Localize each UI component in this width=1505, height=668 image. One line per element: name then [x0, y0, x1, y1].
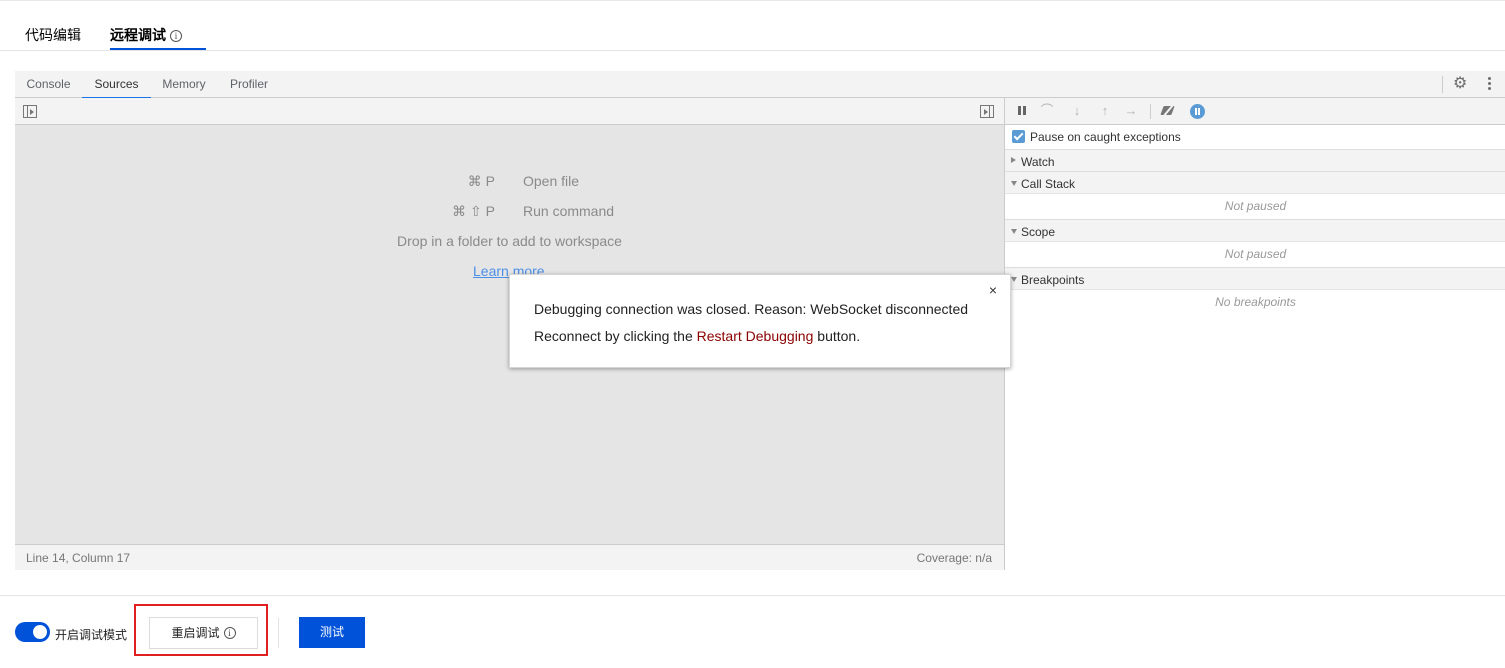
step-icon[interactable]: →: [1124, 104, 1138, 118]
restart-debug-label: 重启调试: [171, 626, 220, 640]
dialog-reconnect-hint: Reconnect by clicking the Restart Debugg…: [534, 328, 860, 344]
dialog-hint-prefix: Reconnect by clicking the: [534, 328, 697, 344]
coverage-status[interactable]: Coverage: n/a: [917, 551, 992, 565]
pause-caught-label: Pause on caught exceptions: [1030, 130, 1181, 144]
top-tab-bar: 代码编辑 远程调试 i: [0, 0, 1505, 51]
tab-sources[interactable]: Sources: [82, 71, 151, 99]
gear-icon[interactable]: ⚙: [1453, 76, 1469, 92]
tab-memory[interactable]: Memory: [151, 71, 217, 98]
toolbar-divider: [1442, 76, 1443, 93]
tab-code-edit[interactable]: 代码编辑: [25, 1, 95, 51]
divider: [278, 618, 279, 648]
dialog-message: Debugging connection was closed. Reason:…: [534, 301, 969, 317]
step-out-icon[interactable]: ↑: [1098, 104, 1112, 118]
info-icon[interactable]: i: [223, 627, 236, 639]
shortcut-keys: ⌘ P: [467, 173, 495, 189]
debug-mode-label: 开启调试模式: [55, 628, 128, 642]
pause-caught-checkbox[interactable]: [1012, 130, 1025, 143]
info-icon[interactable]: i: [170, 30, 182, 42]
show-navigator-icon[interactable]: [23, 105, 37, 118]
dialog-hint-suffix: button.: [813, 328, 861, 344]
tab-code-edit-label: 代码编辑: [25, 27, 81, 43]
drop-folder-hint: Drop in a folder to add to workspace: [15, 233, 1004, 249]
chevron-down-icon: [1011, 229, 1017, 234]
pause-caught-exceptions-row[interactable]: Pause on caught exceptions: [1005, 125, 1505, 149]
cursor-position: Line 14, Column 17: [26, 551, 131, 565]
section-label: Call Stack: [1021, 177, 1076, 191]
section-label: Watch: [1021, 155, 1055, 169]
debugger-sidebar: ⌒ ↓ ↑ → Pause on caught exceptions Watch…: [1004, 98, 1505, 570]
toolbar-divider: [1150, 104, 1151, 119]
breakpoints-status: No breakpoints: [1215, 295, 1296, 309]
section-label: Scope: [1021, 225, 1056, 239]
scope-status: Not paused: [1224, 247, 1287, 261]
restart-debug-button[interactable]: 重启调试 i: [149, 617, 258, 649]
hide-debugger-icon[interactable]: [980, 105, 994, 118]
editor-status-bar: Line 14, Column 17 Coverage: n/a: [15, 544, 1004, 570]
tab-profiler[interactable]: Profiler: [217, 71, 281, 98]
debug-mode-toggle[interactable]: [15, 622, 50, 642]
section-watch[interactable]: Watch: [1005, 149, 1505, 172]
more-options-icon[interactable]: [1485, 76, 1493, 92]
active-tab-indicator: [110, 48, 206, 50]
test-button[interactable]: 测试: [299, 617, 365, 648]
tab-console[interactable]: Console: [15, 71, 82, 98]
chevron-down-icon: [1011, 277, 1017, 282]
devtools-tab-bar: Console Sources Memory Profiler ⚙: [15, 71, 1505, 99]
step-over-icon[interactable]: ⌒: [1040, 104, 1054, 118]
editor-toolbar: [15, 98, 1004, 125]
close-icon[interactable]: ×: [989, 283, 997, 297]
shortcut-label: Open file: [523, 173, 580, 189]
debugger-toolbar: ⌒ ↓ ↑ →: [1005, 98, 1505, 125]
restart-debugging-mention: Restart Debugging: [696, 328, 814, 344]
pause-icon[interactable]: [1016, 104, 1030, 118]
chevron-down-icon: [1011, 181, 1017, 186]
section-label: Breakpoints: [1021, 273, 1085, 287]
tab-remote-debug-label: 远程调试: [110, 27, 166, 43]
shortcut-label: Run command: [523, 203, 615, 219]
call-stack-status: Not paused: [1224, 199, 1287, 213]
drop-folder-text: Drop in a folder to add to workspace: [397, 233, 622, 249]
connection-closed-dialog: × Debugging connection was closed. Reaso…: [509, 274, 1011, 368]
chevron-right-icon: [1011, 157, 1016, 163]
pause-on-exceptions-icon[interactable]: [1190, 104, 1205, 119]
shortcut-keys: ⌘ ⇧ P: [452, 203, 495, 219]
section-breakpoints[interactable]: Breakpoints: [1005, 267, 1505, 290]
section-call-stack[interactable]: Call Stack: [1005, 171, 1505, 194]
deactivate-breakpoints-icon[interactable]: [1161, 104, 1175, 118]
step-into-icon[interactable]: ↓: [1070, 104, 1084, 118]
section-scope[interactable]: Scope: [1005, 219, 1505, 242]
tab-remote-debug[interactable]: 远程调试 i: [110, 1, 206, 51]
bottom-action-bar: 开启调试模式 重启调试 i 测试: [0, 595, 1505, 668]
tab-remote-debug-wrap: 远程调试 i: [110, 28, 182, 42]
